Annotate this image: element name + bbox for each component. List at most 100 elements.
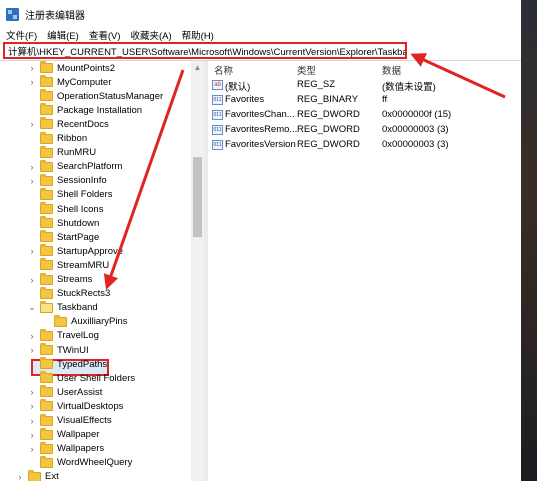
column-data[interactable]: 数据 — [382, 63, 401, 77]
menu-help[interactable]: 帮助(H) — [182, 28, 214, 42]
menu-favorites[interactable]: 收藏夹(A) — [130, 28, 171, 42]
tree-item[interactable]: AuxilliaryPins — [42, 314, 128, 329]
tree-item[interactable]: Package Installation — [28, 103, 142, 117]
chevron-right-icon[interactable]: › — [28, 77, 36, 87]
tree-item[interactable]: › SearchPlatform — [28, 159, 123, 174]
tree-item-label: SessionInfo — [57, 175, 107, 187]
folder-icon — [40, 230, 53, 243]
chevron-right-icon[interactable]: › — [28, 176, 36, 186]
tree-item[interactable]: › Wallpaper — [28, 427, 100, 442]
value-name: Favorites — [225, 94, 265, 105]
chevron-right-icon[interactable]: › — [28, 246, 36, 256]
chevron-right-icon[interactable]: › — [28, 162, 36, 172]
folder-icon — [40, 173, 53, 186]
folder-icon — [40, 131, 53, 144]
folder-icon — [40, 244, 53, 257]
tree-item[interactable]: › VisualEffects — [28, 413, 112, 428]
column-type[interactable]: 类型 — [297, 63, 316, 77]
tree-item[interactable]: Shell Icons — [28, 202, 103, 216]
value-type: REG_SZ — [297, 79, 336, 90]
binary-value-icon: 011 — [212, 95, 223, 105]
column-name[interactable]: 名称 — [214, 63, 233, 77]
folder-icon — [40, 258, 53, 271]
chevron-right-icon[interactable]: › — [28, 416, 36, 426]
tree-item[interactable]: › SessionInfo — [28, 173, 107, 188]
tree-item-label: StuckRects3 — [57, 288, 111, 300]
chevron-right-icon[interactable]: › — [28, 401, 36, 411]
tree-item[interactable]: › TravelLog — [28, 328, 99, 343]
tree-item-label: Shutdown — [57, 217, 100, 229]
menu-edit[interactable]: 编辑(E) — [47, 28, 79, 42]
tree-item[interactable]: TypedPaths — [28, 357, 107, 371]
value-data: 0x0000000f (15) — [382, 109, 452, 120]
tree-item[interactable]: › RecentDocs — [28, 117, 109, 131]
tree-item[interactable]: › Wallpapers — [28, 441, 104, 456]
chevron-right-icon[interactable]: › — [28, 430, 36, 440]
chevron-right-icon[interactable]: › — [16, 472, 24, 481]
tree-item-label: MyComputer — [57, 76, 112, 88]
value-row[interactable]: 011 Favorites REG_BINARY ff — [208, 92, 521, 107]
tree-item[interactable]: User Shell Folders — [28, 371, 135, 385]
scroll-up-arrow-icon[interactable]: ▲ — [191, 63, 204, 73]
title-bar: 注册表编辑器 — [0, 0, 521, 28]
folder-icon — [40, 343, 53, 355]
tree-item[interactable]: › Streams — [28, 272, 92, 287]
menu-file[interactable]: 文件(F) — [6, 28, 37, 42]
tree-item[interactable]: Shutdown — [28, 216, 99, 230]
tree-item[interactable]: OperationStatusManager — [28, 89, 163, 103]
tree-item-label: RecentDocs — [57, 118, 109, 130]
chevron-right-icon[interactable]: › — [28, 387, 36, 397]
folder-icon — [40, 202, 53, 214]
folder-icon — [40, 145, 53, 158]
menu-view[interactable]: 查看(V) — [89, 28, 121, 42]
tree-item[interactable]: › MountPoints2 — [28, 61, 115, 75]
scroll-thumb[interactable] — [193, 157, 202, 237]
value-type: REG_BINARY — [297, 94, 359, 105]
tree-item[interactable]: StuckRects3 — [28, 286, 111, 301]
value-type: REG_DWORD — [297, 139, 360, 150]
tree-item-label: SearchPlatform — [57, 161, 123, 173]
tree-item[interactable]: › UserAssist — [28, 385, 102, 399]
tree-item[interactable]: › Ext — [16, 469, 59, 481]
tree-item[interactable]: WordWheelQuery — [28, 455, 133, 470]
chevron-right-icon[interactable]: › — [28, 63, 36, 73]
folder-icon — [40, 272, 53, 285]
chevron-right-icon[interactable]: › — [28, 119, 36, 129]
tree-item-label: User Shell Folders — [57, 372, 136, 384]
tree-scrollbar[interactable]: ▲ — [191, 61, 204, 481]
tree-item[interactable]: StartPage — [28, 230, 99, 244]
tree-item[interactable]: › TWinUI — [28, 343, 89, 357]
tree-item-label: StartupApprove — [57, 245, 124, 257]
tree-item-label: WordWheelQuery — [57, 457, 133, 469]
folder-icon — [40, 103, 53, 116]
folder-icon — [40, 413, 53, 426]
folder-icon — [40, 441, 53, 454]
tree-item-label: Ribbon — [57, 133, 88, 144]
tree-item[interactable]: Shell Folders — [28, 187, 113, 202]
chevron-down-icon[interactable]: ⌄ — [28, 302, 36, 313]
tree-item-label: Shell Folders — [57, 189, 113, 201]
chevron-right-icon[interactable]: › — [28, 345, 36, 355]
tree-item-label: Wallpaper — [57, 429, 100, 441]
value-row[interactable]: ab (默认) REG_SZ (数值未设置) — [208, 77, 521, 93]
chevron-right-icon[interactable]: › — [28, 275, 36, 285]
address-path: 计算机\HKEY_CURRENT_USER\Software\Microsoft… — [8, 46, 407, 58]
tree-item[interactable]: ⌄ Taskband — [28, 300, 98, 315]
chevron-right-icon[interactable]: › — [28, 331, 36, 341]
tree-item-label: TypedPaths — [57, 358, 108, 370]
address-bar[interactable]: 计算机\HKEY_CURRENT_USER\Software\Microsoft… — [3, 42, 407, 59]
tree-item[interactable]: StreamMRU — [28, 258, 109, 272]
tree-item[interactable]: RunMRU — [28, 145, 96, 160]
tree-item[interactable]: › VirtualDesktops — [28, 399, 123, 413]
value-name: (默认) — [225, 82, 251, 93]
tree-item[interactable]: › StartupApprove — [28, 244, 123, 258]
value-row[interactable]: 011 FavoritesVersion REG_DWORD 0x00000003 (… — [208, 137, 521, 152]
values-header: 名称 类型 数据 — [208, 61, 521, 77]
value-row[interactable]: 011 FavoritesChan... REG_DWORD 0x0000000f (… — [208, 107, 521, 122]
window-title: 注册表编辑器 — [25, 10, 85, 22]
value-row[interactable]: 011 FavoritesRemo... REG_DWORD 0x00000003 (… — [208, 122, 521, 137]
tree-item[interactable]: › MyComputer — [28, 75, 111, 89]
tree-item[interactable]: Ribbon — [28, 131, 88, 146]
value-name: FavoritesRemo... — [225, 124, 298, 135]
chevron-right-icon[interactable]: › — [28, 444, 36, 454]
